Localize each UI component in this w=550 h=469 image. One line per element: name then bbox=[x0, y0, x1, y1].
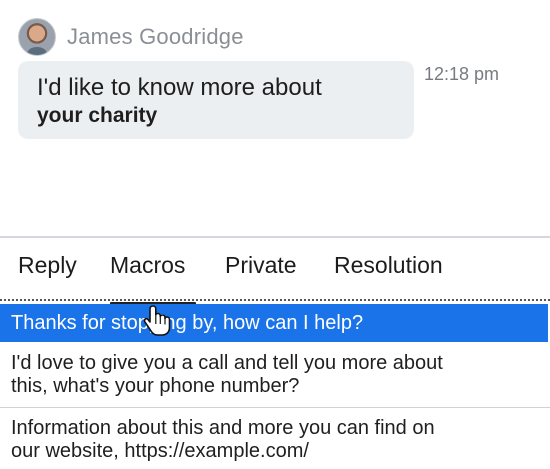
message-timestamp: 12:18 pm bbox=[424, 64, 500, 84]
tabs-divider bbox=[0, 299, 550, 301]
avatar bbox=[18, 18, 56, 56]
conversation-area: James Goodridge I'd like to know more ab… bbox=[0, 0, 550, 236]
composer-panel: Reply Macros Private Resolution Thanks f… bbox=[0, 236, 550, 469]
message-text-line2: your charity bbox=[37, 104, 158, 127]
macro-item-2-text-line1: I'd love to give you a call and tell you… bbox=[11, 352, 443, 374]
composer-tabs: Reply Macros Private Resolution bbox=[0, 252, 550, 305]
macro-item-2-text-line2: this, what's your phone number? bbox=[11, 375, 300, 397]
macro-item-3[interactable]: Information about this and more you can … bbox=[0, 417, 548, 469]
message-sender: James Goodridge bbox=[18, 18, 244, 56]
tab-resolution[interactable]: Resolution bbox=[334, 252, 443, 279]
tab-macros[interactable]: Macros bbox=[110, 252, 185, 279]
sender-name: James Goodridge bbox=[67, 24, 244, 49]
message-bubble: I'd like to know more about your charity bbox=[18, 61, 414, 139]
macro-item-1[interactable]: Thanks for stopping by, how can I help? bbox=[0, 304, 548, 342]
macro-item-3-text-line2: our website, https://example.com/ bbox=[11, 440, 309, 462]
macro-item-2[interactable]: I'd love to give you a call and tell you… bbox=[0, 352, 548, 404]
macro-divider bbox=[0, 407, 550, 408]
tab-private[interactable]: Private bbox=[225, 252, 297, 279]
tab-reply[interactable]: Reply bbox=[18, 252, 77, 279]
chat-page: James Goodridge I'd like to know more ab… bbox=[0, 0, 550, 469]
message-text-line1: I'd like to know more about bbox=[37, 74, 322, 101]
macro-item-3-text-line1: Information about this and more you can … bbox=[11, 417, 435, 439]
macro-item-1-text: Thanks for stopping by, how can I help? bbox=[11, 312, 364, 334]
